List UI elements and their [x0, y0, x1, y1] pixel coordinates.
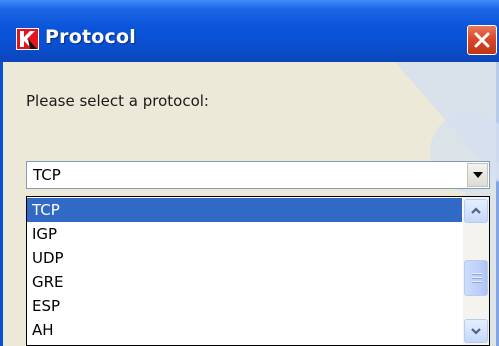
close-icon — [474, 32, 490, 48]
kaspersky-logo-icon — [16, 28, 39, 50]
option-esp[interactable]: ESP — [27, 294, 462, 318]
window-frame-left — [0, 62, 3, 346]
scroll-up-button[interactable] — [464, 199, 488, 223]
option-udp[interactable]: UDP — [27, 246, 462, 270]
option-gre[interactable]: GRE — [27, 270, 462, 294]
combobox-dropdown-button[interactable] — [467, 163, 488, 187]
title-bar[interactable]: Protocol — [0, 0, 499, 62]
scroll-down-button[interactable] — [464, 319, 488, 343]
options-list: TCP IGP UDP GRE ESP AH — [27, 198, 462, 342]
protocol-dialog: Protocol Please select a protocol: TCP T… — [0, 0, 499, 346]
thumb-grip-line — [472, 281, 482, 283]
option-igp[interactable]: IGP — [27, 222, 462, 246]
thumb-grip-line — [472, 277, 482, 279]
prompt-label: Please select a protocol: — [26, 92, 209, 110]
window-title: Protocol — [45, 26, 136, 48]
chevron-down-icon — [473, 172, 483, 178]
protocol-dropdown-list[interactable]: TCP IGP UDP GRE ESP AH — [26, 196, 490, 346]
option-tcp[interactable]: TCP — [27, 198, 462, 222]
close-button[interactable] — [467, 25, 497, 55]
scroll-thumb[interactable] — [464, 260, 488, 296]
option-ah[interactable]: AH — [27, 318, 462, 342]
protocol-combobox[interactable]: TCP — [26, 161, 490, 189]
scroll-up-arrow-icon — [471, 207, 481, 214]
thumb-grip-line — [472, 273, 482, 275]
scroll-down-arrow-icon — [471, 328, 481, 335]
combobox-value: TCP — [33, 166, 61, 184]
vertical-scrollbar[interactable] — [463, 197, 489, 345]
